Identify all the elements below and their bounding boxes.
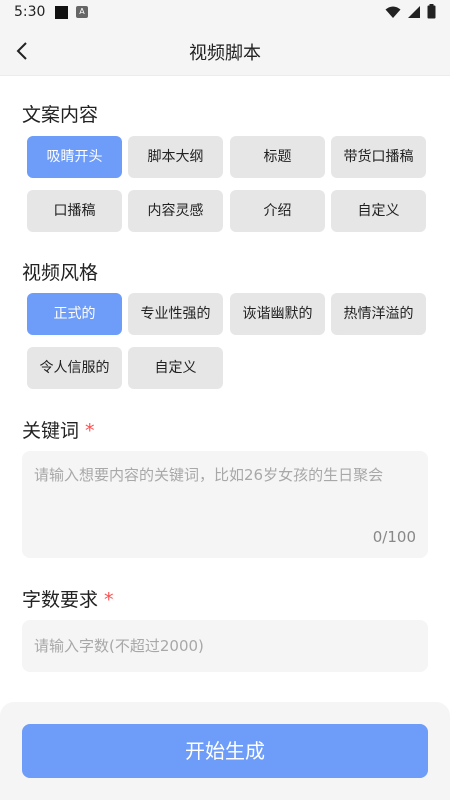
word-count-placeholder: 请输入字数(不超过2000) (34, 637, 204, 655)
copy-option-hook[interactable]: 吸睛开头 (27, 136, 122, 178)
style-option-professional[interactable]: 专业性强的 (128, 293, 223, 335)
style-option-passionate[interactable]: 热情洋溢的 (331, 293, 426, 335)
keywords-label: 关键词 * (22, 416, 95, 443)
copy-option-inspiration[interactable]: 内容灵感 (128, 190, 223, 232)
signal-icon (408, 5, 420, 18)
copy-option-sales-script[interactable]: 带货口播稿 (331, 136, 426, 178)
keywords-char-counter: 0/100 (372, 528, 416, 546)
copy-section-title: 文案内容 (22, 104, 99, 126)
copy-option-voiceover[interactable]: 口播稿 (27, 190, 122, 232)
style-section-title: 视频风格 (22, 262, 99, 284)
status-time: 5:30 (14, 4, 46, 20)
keywords-textarea[interactable]: 请输入想要内容的关键词，比如26岁女孩的生日聚会 0/100 (22, 451, 428, 558)
notification-square-icon (55, 6, 68, 19)
status-icons (385, 4, 436, 19)
required-mark: * (85, 420, 95, 442)
word-count-label: 字数要求 * (22, 585, 114, 612)
status-bar: 5:30 A (0, 0, 450, 26)
wifi-icon (385, 6, 401, 18)
word-count-label-text: 字数要求 (22, 589, 99, 611)
keywords-placeholder: 请输入想要内容的关键词，比如26岁女孩的生日聚会 (34, 466, 384, 484)
copy-option-intro[interactable]: 介绍 (230, 190, 325, 232)
copy-option-title[interactable]: 标题 (230, 136, 325, 178)
header: 视频脚本 (0, 26, 450, 76)
style-option-formal[interactable]: 正式的 (27, 293, 122, 335)
notification-a-icon: A (76, 6, 88, 18)
keywords-label-text: 关键词 (22, 420, 80, 442)
style-option-convincing[interactable]: 令人信服的 (27, 347, 122, 389)
bottom-bar: 开始生成 (0, 702, 450, 800)
generate-button[interactable]: 开始生成 (22, 724, 428, 778)
page-title: 视频脚本 (189, 43, 261, 64)
required-mark: * (104, 589, 114, 611)
word-count-input[interactable]: 请输入字数(不超过2000) (22, 620, 428, 672)
copy-option-custom[interactable]: 自定义 (331, 190, 426, 232)
copy-option-outline[interactable]: 脚本大纲 (128, 136, 223, 178)
style-option-custom[interactable]: 自定义 (128, 347, 223, 389)
battery-icon (427, 4, 436, 19)
style-option-humorous[interactable]: 诙谐幽默的 (230, 293, 325, 335)
